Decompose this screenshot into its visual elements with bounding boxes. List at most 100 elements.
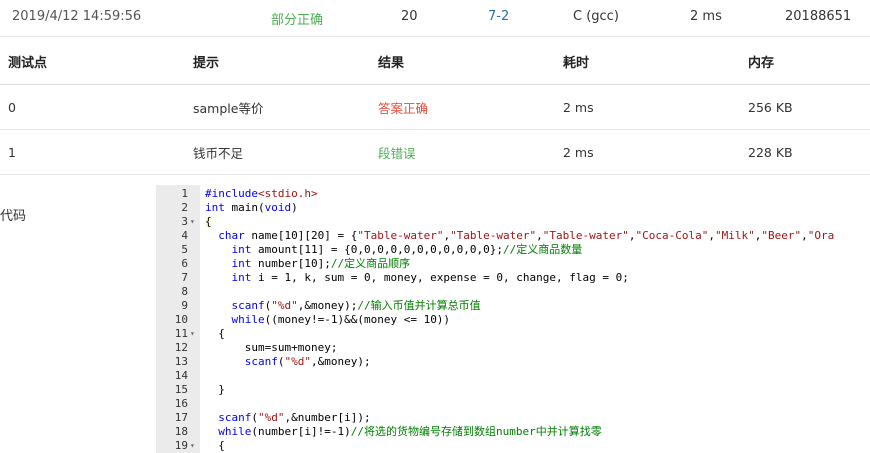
code-text: int amount[11] = {0,0,0,0,0,0,0,0,0,0,0}… bbox=[205, 243, 583, 257]
code-text: while((money!=-1)&&(money <= 10)) bbox=[205, 313, 451, 327]
testcase-id: 0 bbox=[8, 99, 16, 115]
line-number: 6 bbox=[181, 257, 188, 270]
line-number: 19 bbox=[174, 439, 188, 452]
table-header: 测试点 提示 结果 耗时 内存 bbox=[0, 38, 870, 85]
code-token: while bbox=[218, 425, 252, 438]
code-token: name[10][20] = { bbox=[244, 229, 358, 242]
code-token: scanf bbox=[244, 355, 278, 368]
code-text: while(number[i]!=-1)//将选的货物编号存储到数组number… bbox=[205, 425, 602, 439]
code-token: "Table-water" bbox=[542, 229, 629, 242]
header-hint: 提示 bbox=[193, 55, 220, 71]
code-token: ( bbox=[251, 411, 258, 424]
testcase-time: 2 ms bbox=[563, 144, 594, 160]
line-number: 4 bbox=[181, 229, 188, 242]
code-token: //定义商品顺序 bbox=[330, 257, 411, 270]
code-token: } bbox=[205, 383, 225, 396]
code-token: //将选的货物编号存储到数组number中并计算找零 bbox=[350, 425, 602, 438]
code-token: sum=sum+money; bbox=[205, 341, 338, 354]
fold-toggle-icon[interactable]: ▾ bbox=[190, 327, 200, 341]
code-text: { bbox=[205, 215, 212, 229]
code-token: { bbox=[205, 215, 212, 228]
code-token: void bbox=[264, 201, 292, 214]
code-line: 12 sum=sum+money; bbox=[156, 341, 870, 355]
code-token: "Table-water" bbox=[357, 229, 444, 242]
submit-time: 2019/4/12 14:59:56 bbox=[12, 9, 142, 24]
testcase-time: 2 ms bbox=[563, 99, 594, 115]
code-line: 13 scanf("%d",&money); bbox=[156, 355, 870, 369]
code-token: "%d" bbox=[284, 355, 312, 368]
line-number: 16 bbox=[174, 397, 188, 410]
code-token: scanf bbox=[218, 411, 252, 424]
code-text: sum=sum+money; bbox=[205, 341, 338, 355]
header-memory: 内存 bbox=[748, 55, 775, 71]
code-line: 1 #include<stdio.h> bbox=[156, 187, 870, 201]
code-line: 3 ▾ { bbox=[156, 215, 870, 229]
code-token: int bbox=[231, 257, 252, 270]
code-editor[interactable]: 1 #include<stdio.h> 2 int main(void) 3 ▾{4 ch… bbox=[156, 185, 870, 453]
code-token: "Milk" bbox=[714, 229, 755, 242]
code-token: "Coca-Cola" bbox=[635, 229, 709, 242]
code-line: 5 int amount[11] = {0,0,0,0,0,0,0,0,0,0,… bbox=[156, 243, 870, 257]
code-line: 7 int i = 1, k, sum = 0, money, expense … bbox=[156, 271, 870, 285]
code-token: "Ora bbox=[807, 229, 835, 242]
status-badge: 部分正确 bbox=[271, 13, 324, 28]
code-text: scanf("%d",&money); bbox=[205, 355, 371, 369]
code-token: { bbox=[205, 327, 225, 340]
code-token: "Table-water" bbox=[450, 229, 537, 242]
line-number: 17 bbox=[174, 411, 188, 424]
line-number: 11 bbox=[174, 327, 188, 340]
code-line: 16 bbox=[156, 397, 870, 411]
testcase-memory: 228 KB bbox=[748, 144, 793, 160]
line-number: 13 bbox=[174, 355, 188, 368]
code-text: scanf("%d",&number[i]); bbox=[205, 411, 370, 425]
code-token: , bbox=[801, 229, 808, 242]
header-result: 结果 bbox=[378, 55, 405, 71]
fold-toggle-icon[interactable]: ▾ bbox=[190, 439, 200, 453]
code-text: int number[10];//定义商品顺序 bbox=[205, 257, 411, 271]
code-token: "Beer" bbox=[761, 229, 802, 242]
score: 20 bbox=[401, 9, 418, 24]
line-number: 12 bbox=[174, 341, 188, 354]
code-token: number[10]; bbox=[251, 257, 331, 270]
code-token: //定义商品数量 bbox=[503, 243, 583, 256]
line-number: 15 bbox=[174, 383, 188, 396]
line-number: 7 bbox=[181, 271, 188, 284]
code-line: 18 while(number[i]!=-1)//将选的货物编号存储到数组num… bbox=[156, 425, 870, 439]
code-text: { bbox=[205, 327, 225, 341]
line-number: 18 bbox=[174, 425, 188, 438]
code-token: <stdio.h> bbox=[257, 187, 318, 200]
line-number: 2 bbox=[181, 201, 188, 214]
code-text: char name[10][20] = {"Table-water","Tabl… bbox=[205, 229, 834, 243]
code-line: 4 char name[10][20] = {"Table-water","Ta… bbox=[156, 229, 870, 243]
header-time: 耗时 bbox=[563, 55, 590, 71]
fold-toggle-icon[interactable]: ▾ bbox=[190, 215, 200, 229]
user-id: 20188651 bbox=[785, 9, 852, 24]
code-token: scanf bbox=[231, 299, 265, 312]
code-line: 2 int main(void) bbox=[156, 201, 870, 215]
code-token: i = 1, k, sum = 0, money, expense = 0, c… bbox=[251, 271, 629, 284]
line-number: 14 bbox=[174, 369, 188, 382]
code-section-label: 代码 bbox=[0, 209, 27, 224]
problem-link[interactable]: 7-2 bbox=[488, 9, 509, 24]
code-token: ((money!=-1)&&(money <= 10)) bbox=[264, 313, 451, 326]
line-number: 9 bbox=[181, 299, 188, 312]
testcase-result: 段错误 bbox=[378, 145, 416, 161]
testcase-hint: 钱币不足 bbox=[193, 145, 244, 161]
code-token: ) bbox=[291, 201, 298, 214]
line-number: 8 bbox=[181, 285, 188, 298]
code-token: int bbox=[205, 201, 225, 214]
code-token: //输入币值并计算总币值 bbox=[357, 299, 481, 312]
code-token: ,&money); bbox=[297, 299, 358, 312]
code-token: , bbox=[536, 229, 543, 242]
code-token: "%d" bbox=[271, 299, 298, 312]
line-number: 1 bbox=[181, 187, 188, 200]
